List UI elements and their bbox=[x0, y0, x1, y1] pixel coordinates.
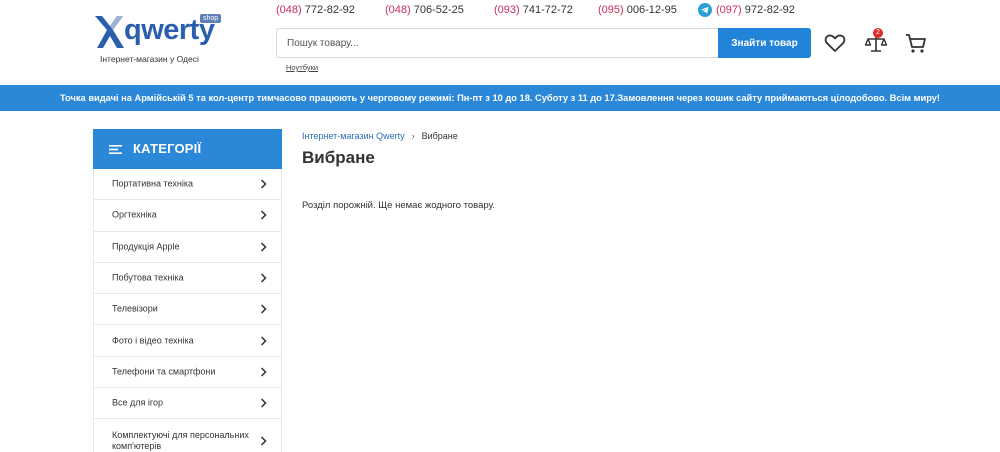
chevron-right-icon bbox=[260, 179, 267, 189]
category-label: Продукція Apple bbox=[112, 241, 180, 252]
announcement-bar: Точка видачі на Армійській 5 та кол-цент… bbox=[0, 85, 1000, 111]
category-label: Телефони та смартфони bbox=[112, 366, 216, 377]
logo-x-icon bbox=[95, 16, 124, 48]
phone-link-3[interactable]: (093) 741-72-72 bbox=[494, 4, 573, 16]
category-label: Портативна техніка bbox=[112, 178, 193, 189]
chevron-right-icon bbox=[260, 304, 267, 314]
search-hint-link[interactable]: Ноутбуки bbox=[286, 63, 318, 72]
page-title: Вибране bbox=[302, 148, 375, 167]
breadcrumb-separator-icon: › bbox=[411, 131, 415, 141]
phone-code: (048) bbox=[385, 4, 411, 16]
categories-title: КАТЕГОРІЇ bbox=[133, 141, 202, 156]
phone-code: (097) bbox=[716, 4, 742, 16]
phone-number: 772-82-92 bbox=[304, 4, 355, 16]
empty-state-message: Розділ порожній. Ще немає жодного товару… bbox=[302, 200, 495, 211]
chevron-right-icon bbox=[260, 367, 267, 377]
phone-number: 006-12-95 bbox=[626, 4, 677, 16]
search-button[interactable]: Знайти товар bbox=[718, 28, 811, 58]
phone-number: 972-82-92 bbox=[744, 4, 795, 16]
category-item[interactable]: Телевізори bbox=[94, 294, 281, 326]
logo-badge: shop bbox=[200, 14, 222, 23]
category-label: Все для ігор bbox=[112, 397, 163, 408]
category-item[interactable]: Все для ігор bbox=[94, 388, 281, 420]
compare-count-badge: 2 bbox=[873, 28, 883, 38]
phone-number: 706-52-25 bbox=[413, 4, 464, 16]
chevron-right-icon bbox=[260, 436, 267, 446]
category-item[interactable]: Оргтехніка bbox=[94, 200, 281, 232]
phone-link-5[interactable]: (097) 972-82-92 bbox=[716, 4, 795, 16]
categories-header[interactable]: КАТЕГОРІЇ bbox=[93, 129, 282, 169]
phone-number: 741-72-72 bbox=[522, 4, 573, 16]
category-label: Фото і відео техніка bbox=[112, 335, 194, 346]
phone-link-2[interactable]: (048) 706-52-25 bbox=[385, 4, 464, 16]
category-item[interactable]: Комплектуючі для персональних комп'ютері… bbox=[94, 419, 281, 452]
chevron-right-icon bbox=[260, 210, 267, 220]
phone-code: (048) bbox=[276, 4, 302, 16]
site-tagline: Інтернет-магазин у Одесі bbox=[100, 54, 199, 64]
chevron-right-icon bbox=[260, 336, 267, 346]
category-label: Побутова техніка bbox=[112, 272, 184, 283]
chevron-right-icon bbox=[260, 242, 267, 252]
breadcrumb: Інтернет-магазин Qwerty › Вибране bbox=[302, 131, 458, 141]
category-item[interactable]: Фото і відео техніка bbox=[94, 325, 281, 357]
breadcrumb-current: Вибране bbox=[421, 131, 458, 141]
heart-icon[interactable] bbox=[823, 31, 847, 55]
category-label: Оргтехніка bbox=[112, 209, 157, 220]
category-item[interactable]: Телефони та смартфони bbox=[94, 357, 281, 389]
phone-link-4[interactable]: (095) 006-12-95 bbox=[598, 4, 677, 16]
page: qwerty shop Інтернет-магазин у Одесі (04… bbox=[0, 0, 1000, 452]
category-label: Комплектуючі для персональних комп'ютері… bbox=[112, 429, 249, 451]
breadcrumb-home-link[interactable]: Інтернет-магазин Qwerty bbox=[302, 131, 405, 141]
chevron-right-icon bbox=[260, 273, 267, 283]
category-item[interactable]: Продукція Apple bbox=[94, 232, 281, 263]
phone-code: (095) bbox=[598, 4, 624, 16]
telegram-icon[interactable] bbox=[698, 3, 712, 17]
category-item[interactable]: Портативна техніка bbox=[94, 169, 281, 201]
search-input[interactable] bbox=[276, 28, 718, 58]
menu-icon bbox=[109, 145, 122, 154]
phone-code: (093) bbox=[494, 4, 520, 16]
category-label: Телевізори bbox=[112, 303, 158, 314]
cart-icon[interactable] bbox=[904, 31, 928, 55]
categories-list: Портативна техніка Оргтехніка Продукція … bbox=[93, 169, 282, 452]
chevron-right-icon bbox=[260, 398, 267, 408]
phone-link-1[interactable]: (048) 772-82-92 bbox=[276, 4, 355, 16]
category-item[interactable]: Побутова техніка bbox=[94, 263, 281, 295]
